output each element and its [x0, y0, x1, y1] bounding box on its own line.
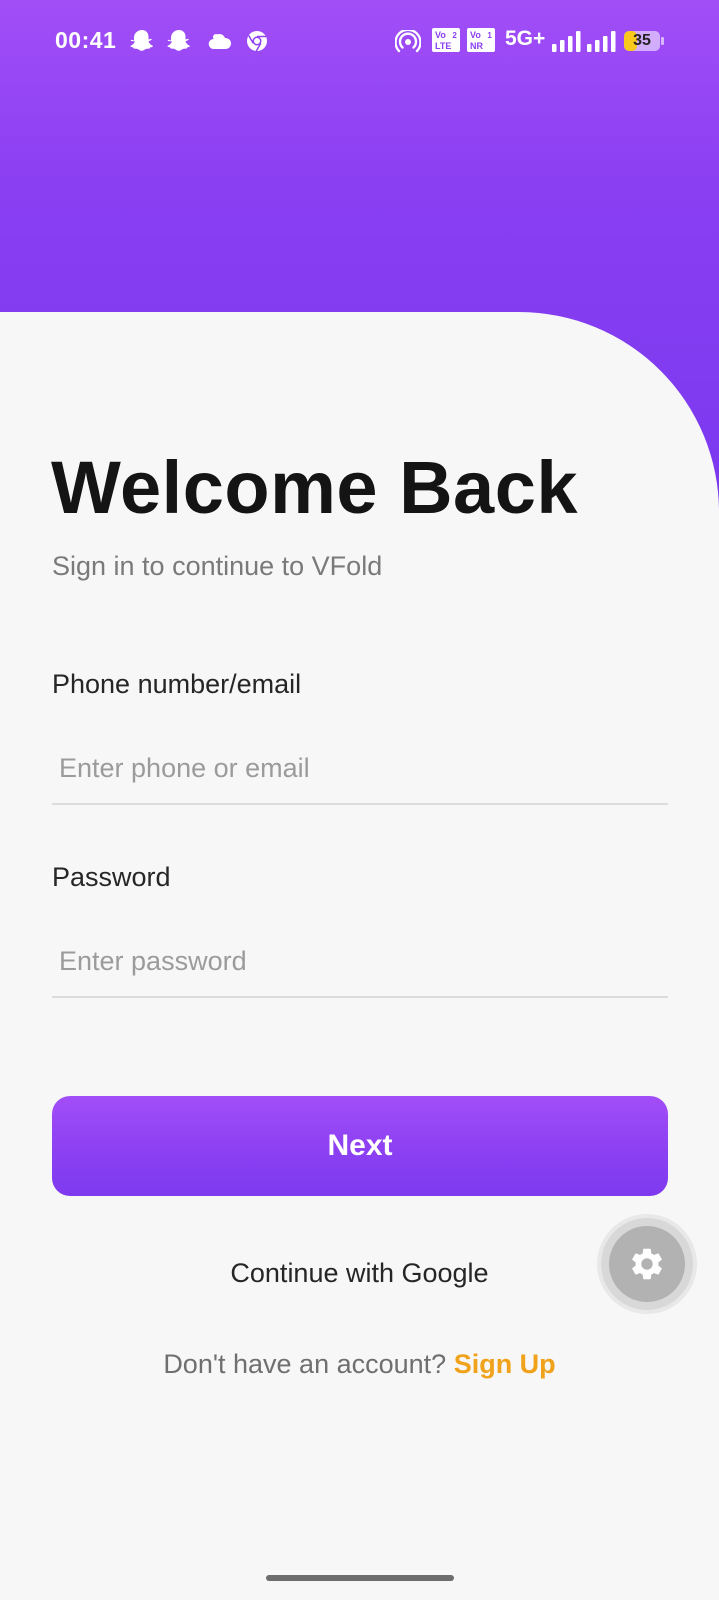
chrome-icon [247, 31, 267, 52]
floating-settings-button[interactable] [601, 1218, 693, 1310]
next-button[interactable]: Next [52, 1096, 668, 1196]
page-title: Welcome Back [51, 446, 578, 529]
volte-badge: Vo 2 LTE [432, 28, 460, 52]
signal-icon [552, 31, 581, 52]
phone-email-input[interactable] [52, 733, 668, 805]
vonr-badge-top: Vo [470, 30, 481, 40]
volte-badge-bottom: LTE [435, 41, 452, 51]
phone-email-label: Phone number/email [52, 669, 302, 699]
signal-icon [587, 31, 616, 52]
snapchat-icon [167, 30, 190, 51]
password-input[interactable] [52, 926, 668, 998]
page-subtitle: Sign in to continue to VFold [52, 551, 383, 581]
login-screen: 00:41 Vo 2 LTE Vo 1 NR 5G+ 35 Welcome Ba… [0, 0, 719, 1600]
volte-badge-sim: 2 [452, 31, 457, 40]
battery-tip [661, 37, 664, 45]
home-indicator[interactable] [266, 1575, 454, 1581]
hotspot-icon [395, 30, 421, 53]
signup-link[interactable]: Sign Up [454, 1349, 556, 1379]
floating-settings-button-inner [609, 1226, 685, 1302]
password-label: Password [52, 862, 171, 892]
cloud-icon [208, 33, 232, 50]
gear-icon [632, 1248, 662, 1280]
snapchat-icon [130, 30, 153, 51]
vonr-badge-bottom: NR [470, 41, 483, 51]
vonr-badge-sim: 1 [487, 31, 492, 40]
network-type: 5G+ [505, 27, 546, 50]
vonr-badge: Vo 1 NR [467, 28, 495, 52]
signup-row: Don't have an account? Sign Up [0, 1349, 719, 1380]
battery-icon: 35 [624, 31, 660, 51]
status-time: 00:41 [55, 27, 117, 53]
status-bar: 00:41 Vo 2 LTE Vo 1 NR 5G+ 35 [0, 0, 719, 84]
battery-level: 35 [633, 32, 651, 49]
volte-badge-top: Vo [435, 30, 446, 40]
signup-prompt: Don't have an account? [163, 1349, 447, 1379]
